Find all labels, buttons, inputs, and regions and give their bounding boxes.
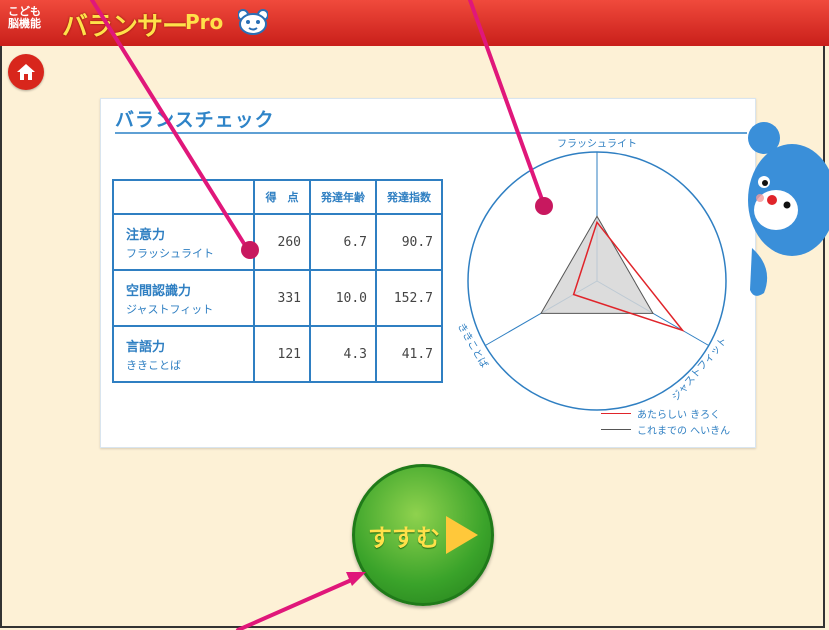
table-row: 言語力 ききことば 121 4.3 41.7 bbox=[112, 325, 443, 383]
panel-title: バランスチェック bbox=[115, 109, 275, 131]
balance-check-panel: バランスチェック 得 点 発達年齢 発達指数 注意力 フラッシュライト 260 … bbox=[100, 98, 756, 448]
axis-label-justfit: ジャストフィット bbox=[670, 335, 729, 403]
legend-swatch-average bbox=[601, 428, 631, 430]
row-label: 言語力 ききことば bbox=[112, 325, 255, 383]
age-cell: 10.0 bbox=[309, 269, 377, 327]
row-label: 注意力 フラッシュライト bbox=[112, 213, 255, 271]
legend-item-average: これまでの へいきん bbox=[601, 421, 730, 437]
bear-mascot-icon bbox=[748, 122, 829, 296]
index-cell: 90.7 bbox=[375, 213, 443, 271]
index-cell: 152.7 bbox=[375, 269, 443, 327]
table-row: 注意力 フラッシュライト 260 6.7 90.7 bbox=[112, 213, 443, 271]
logo-name: バランサー bbox=[62, 12, 188, 42]
home-icon bbox=[17, 64, 35, 80]
index-cell: 41.7 bbox=[375, 325, 443, 383]
score-cell: 260 bbox=[253, 213, 311, 271]
header-score: 得 点 bbox=[253, 179, 311, 215]
game-name: フラッシュライト bbox=[126, 246, 214, 260]
play-arrow-icon bbox=[446, 516, 478, 554]
legend-swatch-new bbox=[601, 412, 631, 414]
logo-subtitle: こども 脳機能 bbox=[8, 6, 41, 30]
row-label: 空間認識力 ジャストフィット bbox=[112, 269, 255, 327]
next-button-label: すすむ bbox=[368, 523, 440, 552]
header-age: 発達年齢 bbox=[309, 179, 377, 215]
header-index: 発達指数 bbox=[375, 179, 443, 215]
score-cell: 331 bbox=[253, 269, 311, 327]
ability-name: 言語力 bbox=[126, 339, 166, 355]
table-header-row: 得 点 発達年齢 発達指数 bbox=[112, 179, 443, 215]
title-bar: こども 脳機能 バランサー Pro bbox=[0, 0, 829, 46]
radar-chart: フラッシュライト ジャストフィット ききことば bbox=[456, 138, 730, 411]
logo-pro: Pro bbox=[185, 10, 224, 34]
axis-label-flashlight: フラッシュライト bbox=[557, 138, 637, 150]
game-name: ききことば bbox=[126, 358, 181, 372]
average-polygon bbox=[540, 215, 654, 314]
age-cell: 4.3 bbox=[309, 325, 377, 383]
score-table: 得 点 発達年齢 発達指数 注意力 フラッシュライト 260 6.7 90.7 … bbox=[112, 179, 443, 383]
game-name: ジャストフィット bbox=[126, 302, 214, 316]
chart-legend: あたらしい きろく これまでの へいきん bbox=[601, 405, 730, 437]
app-logo: バランサー bbox=[62, 6, 188, 43]
ability-name: 空間認識力 bbox=[126, 283, 192, 299]
home-button[interactable] bbox=[8, 54, 44, 90]
header-blank bbox=[112, 179, 255, 215]
next-button[interactable]: すすむ bbox=[352, 464, 494, 606]
age-cell: 6.7 bbox=[309, 213, 377, 271]
legend-label-average: これまでの へいきん bbox=[637, 425, 731, 437]
logo-small-text: こども 脳機能 bbox=[8, 5, 41, 30]
bear-logo-icon bbox=[238, 9, 268, 35]
table-row: 空間認識力 ジャストフィット 331 10.0 152.7 bbox=[112, 269, 443, 327]
score-cell: 121 bbox=[253, 325, 311, 383]
legend-item-new: あたらしい きろく bbox=[601, 405, 730, 421]
ability-name: 注意力 bbox=[126, 227, 166, 243]
legend-label-new: あたらしい きろく bbox=[637, 409, 721, 421]
